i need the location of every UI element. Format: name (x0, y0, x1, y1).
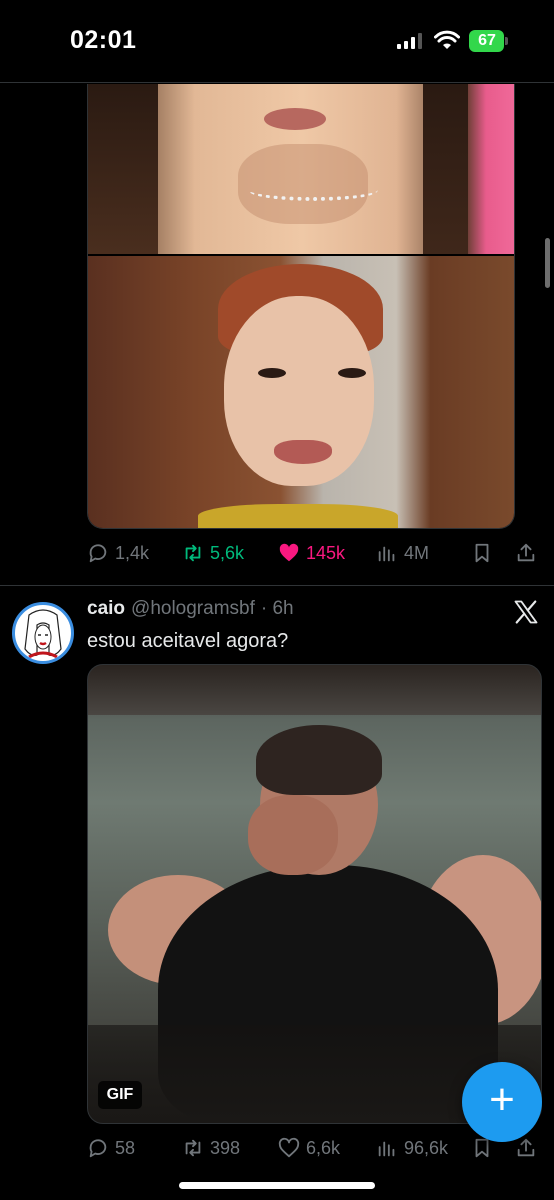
status-bar: 02:01 67 (0, 0, 554, 82)
views-count: 96,6k (404, 1137, 449, 1158)
tweet-2-gif[interactable] (87, 664, 542, 1124)
retweet-button[interactable]: 5,6k (182, 538, 244, 568)
battery-charging-icon: 67 (469, 30, 509, 52)
plus-icon: + (489, 1075, 515, 1124)
author-handle[interactable]: @hologramsbf (131, 598, 255, 620)
tweet-divider (0, 585, 554, 586)
retweet-count: 5,6k (210, 542, 245, 563)
reply-icon (89, 1139, 107, 1158)
tweet-2-action-bar: 58 398 6,6k 96,6k (87, 1133, 547, 1163)
reply-count: 1,4k (115, 542, 150, 563)
x-logo-icon (514, 600, 538, 624)
avatar[interactable] (12, 602, 74, 664)
tweet-text: estou aceitavel agora? (87, 630, 289, 652)
wifi-icon (434, 30, 460, 49)
author-name[interactable]: caio (87, 598, 125, 620)
bookmark-button[interactable] (471, 538, 493, 568)
heart-icon (278, 1137, 300, 1158)
views-button[interactable]: 96,6k (376, 1133, 448, 1163)
tweet-1-action-bar: 1,4k 5,6k 145k 4M (87, 538, 547, 568)
views-count: 4M (404, 542, 430, 563)
views-button[interactable]: 4M (376, 538, 429, 568)
like-count: 145k (306, 542, 346, 563)
retweet-button[interactable]: 398 (182, 1133, 240, 1163)
tweet-1-photo-2[interactable] (88, 256, 514, 528)
scrollbar[interactable] (545, 238, 550, 288)
bookmark-icon (475, 543, 489, 563)
reply-button[interactable]: 58 (87, 1133, 135, 1163)
views-icon (378, 546, 395, 562)
status-time: 02:01 (70, 26, 137, 54)
gif-badge: GIF (98, 1081, 142, 1109)
tweet-2-header: caio @hologramsbf · 6h (87, 598, 294, 624)
tweet-1-photo-1[interactable] (88, 84, 514, 254)
reply-button[interactable]: 1,4k (87, 538, 149, 568)
like-count: 6,6k (306, 1137, 341, 1158)
tweet-1-media[interactable] (87, 84, 515, 529)
reply-count: 58 (115, 1137, 136, 1158)
like-button[interactable]: 6,6k (278, 1133, 340, 1163)
views-icon (378, 1141, 395, 1157)
retweet-icon (185, 544, 201, 562)
signal-icon (397, 33, 422, 49)
heart-filled-icon (279, 543, 299, 562)
retweet-icon (185, 1139, 201, 1157)
top-border (0, 82, 554, 83)
share-button[interactable] (515, 538, 537, 568)
reply-icon (89, 544, 107, 563)
compose-button[interactable]: + (462, 1062, 542, 1142)
share-icon (517, 543, 535, 562)
battery-level: 67 (478, 32, 496, 49)
like-button[interactable]: 145k (278, 538, 345, 568)
tweet-time: · 6h (260, 598, 294, 619)
retweet-count: 398 (210, 1137, 241, 1158)
home-indicator[interactable] (179, 1182, 375, 1189)
share-icon (517, 1138, 535, 1157)
